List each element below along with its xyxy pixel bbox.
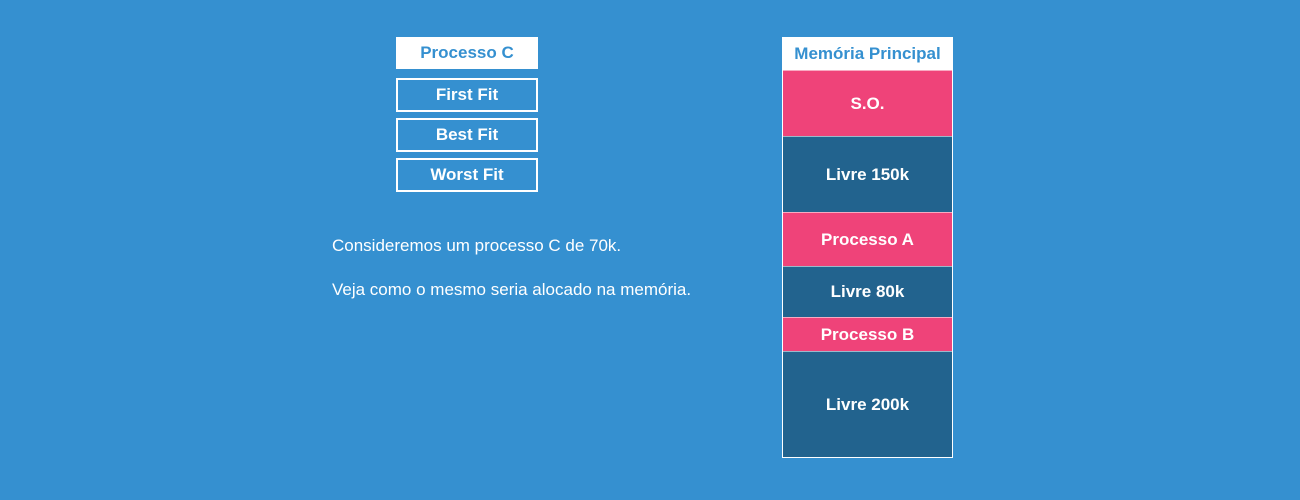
memory-title: Memória Principal xyxy=(783,38,952,70)
memory-block-free-80k: Livre 80k xyxy=(783,266,952,317)
best-fit-button[interactable]: Best Fit xyxy=(396,118,538,152)
first-fit-button[interactable]: First Fit xyxy=(396,78,538,112)
memory-block-free-150k: Livre 150k xyxy=(783,136,952,212)
process-title: Processo C xyxy=(396,37,538,69)
memory-block-process-b: Processo B xyxy=(783,317,952,351)
worst-fit-button[interactable]: Worst Fit xyxy=(396,158,538,192)
memory-block-so: S.O. xyxy=(783,70,952,136)
description-line-2: Veja como o mesmo seria alocado na memór… xyxy=(332,280,692,299)
description-line-1: Consideremos um processo C de 70k. xyxy=(332,236,622,255)
memory-diagram: Memória Principal S.O. Livre 150k Proces… xyxy=(782,37,953,458)
memory-block-free-200k: Livre 200k xyxy=(783,351,952,457)
memory-block-process-a: Processo A xyxy=(783,212,952,266)
